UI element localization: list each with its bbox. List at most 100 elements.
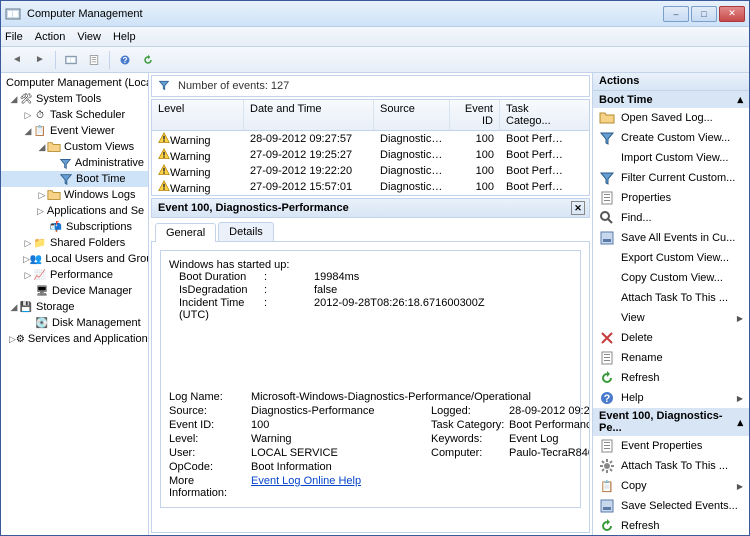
action-attach-task[interactable]: Attach Task To This ... bbox=[593, 288, 749, 308]
action-create-custom-view[interactable]: Create Custom View... bbox=[593, 128, 749, 148]
col-taskcat[interactable]: Task Catego... bbox=[500, 100, 570, 130]
events-table[interactable]: Level Date and Time Source Event ID Task… bbox=[151, 99, 590, 196]
refresh-icon bbox=[599, 518, 615, 534]
table-header[interactable]: Level Date and Time Source Event ID Task… bbox=[152, 100, 589, 131]
filter-icon bbox=[158, 79, 170, 94]
table-row[interactable]: Warning28-09-2012 09:27:57Diagnostics...… bbox=[152, 131, 589, 147]
close-pane-button[interactable]: ✕ bbox=[571, 201, 585, 215]
menu-help[interactable]: Help bbox=[113, 31, 136, 43]
tree-administrative[interactable]: Administrative bbox=[1, 155, 148, 171]
expand-icon[interactable]: ▷ bbox=[37, 190, 47, 201]
tree-storage[interactable]: ◢💾Storage bbox=[1, 299, 148, 315]
collapse-icon[interactable]: ◢ bbox=[9, 302, 19, 313]
table-row[interactable]: Warning27-09-2012 19:25:27Diagnostics...… bbox=[152, 147, 589, 163]
tree-shared-folders[interactable]: ▷📁Shared Folders bbox=[1, 235, 148, 251]
col-level[interactable]: Level bbox=[152, 100, 244, 130]
expand-icon[interactable]: ▷ bbox=[23, 254, 30, 265]
back-button[interactable]: ◄ bbox=[7, 50, 27, 70]
forward-button[interactable]: ► bbox=[30, 50, 50, 70]
collapse-icon[interactable]: ▴ bbox=[737, 416, 743, 429]
tree-boot-time[interactable]: Boot Time bbox=[1, 171, 148, 187]
toolbar: ◄ ► bbox=[1, 47, 749, 73]
menu-action[interactable]: Action bbox=[35, 31, 66, 43]
tab-general[interactable]: General bbox=[155, 223, 216, 242]
action-find[interactable]: Find... bbox=[593, 208, 749, 228]
help-button[interactable] bbox=[115, 50, 135, 70]
tree-custom-views[interactable]: ◢Custom Views bbox=[1, 139, 148, 155]
tree-event-viewer[interactable]: ◢📋Event Viewer bbox=[1, 123, 148, 139]
tree-applications-services[interactable]: ▷Applications and Se bbox=[1, 203, 148, 219]
action-open-saved-log[interactable]: Open Saved Log... bbox=[593, 108, 749, 128]
copy-icon: 📋 bbox=[599, 478, 615, 494]
action-copy[interactable]: 📋Copy▶ bbox=[593, 476, 749, 496]
table-row[interactable]: Warning27-09-2012 15:57:01Diagnostics...… bbox=[152, 179, 589, 195]
action-refresh[interactable]: Refresh bbox=[593, 368, 749, 388]
table-row[interactable]: Warning27-09-2012 19:22:20Diagnostics...… bbox=[152, 163, 589, 179]
actions-section-event[interactable]: Event 100, Diagnostics-Pe...▴ bbox=[593, 408, 749, 436]
action-attach-task-event[interactable]: Attach Task To This ... bbox=[593, 456, 749, 476]
action-view[interactable]: View▶ bbox=[593, 308, 749, 328]
maximize-button[interactable]: □ bbox=[691, 6, 717, 22]
folder-icon bbox=[599, 110, 615, 126]
expand-icon[interactable]: ▷ bbox=[23, 270, 33, 281]
action-save-selected-events[interactable]: Save Selected Events... bbox=[593, 496, 749, 516]
tree-local-users[interactable]: ▷👥Local Users and Group bbox=[1, 251, 148, 267]
action-rename[interactable]: Rename bbox=[593, 348, 749, 368]
action-refresh-event[interactable]: Refresh bbox=[593, 516, 749, 535]
show-hide-tree-button[interactable] bbox=[61, 50, 81, 70]
expand-icon[interactable]: ▷ bbox=[23, 110, 33, 121]
action-delete[interactable]: Delete bbox=[593, 328, 749, 348]
expand-icon[interactable]: ▷ bbox=[9, 334, 16, 345]
filter-icon bbox=[599, 130, 615, 146]
properties-button[interactable] bbox=[84, 50, 104, 70]
col-date[interactable]: Date and Time bbox=[244, 100, 374, 130]
event-log-online-help-link[interactable]: Event Log Online Help bbox=[251, 475, 590, 499]
actions-section-boottime[interactable]: Boot Time▴ bbox=[593, 91, 749, 108]
actions-title: Actions bbox=[593, 73, 749, 91]
folder-icon bbox=[47, 140, 61, 154]
tree-subscriptions[interactable]: 📬Subscriptions bbox=[1, 219, 148, 235]
expand-icon[interactable]: ▷ bbox=[37, 206, 44, 217]
event-count-bar: Number of events: 127 bbox=[151, 75, 590, 97]
action-filter-current[interactable]: Filter Current Custom... bbox=[593, 168, 749, 188]
action-export-custom-view[interactable]: Export Custom View... bbox=[593, 248, 749, 268]
refresh-button[interactable] bbox=[138, 50, 158, 70]
tree-services-applications[interactable]: ▷⚙Services and Applications bbox=[1, 331, 148, 347]
menu-view[interactable]: View bbox=[77, 31, 101, 43]
menubar: File Action View Help bbox=[1, 27, 749, 47]
console-tree[interactable]: Computer Management (Local) ◢🛠System Too… bbox=[1, 73, 149, 535]
collapse-icon[interactable]: ◢ bbox=[9, 94, 19, 105]
tree-root[interactable]: Computer Management (Local) bbox=[1, 75, 148, 91]
submenu-arrow-icon: ▶ bbox=[737, 394, 743, 403]
action-help[interactable]: Help▶ bbox=[593, 388, 749, 408]
tree-system-tools[interactable]: ◢🛠System Tools bbox=[1, 91, 148, 107]
collapse-icon[interactable]: ◢ bbox=[23, 126, 33, 137]
titlebar: Computer Management – □ ✕ bbox=[1, 1, 749, 27]
users-icon: 👥 bbox=[30, 252, 42, 266]
tree-windows-logs[interactable]: ▷Windows Logs bbox=[1, 187, 148, 203]
minimize-button[interactable]: – bbox=[663, 6, 689, 22]
col-eventid[interactable]: Event ID bbox=[450, 100, 500, 130]
filter-icon bbox=[599, 170, 615, 186]
tab-details[interactable]: Details bbox=[218, 222, 274, 241]
action-copy-custom-view[interactable]: Copy Custom View... bbox=[593, 268, 749, 288]
filter-icon bbox=[59, 172, 73, 186]
close-button[interactable]: ✕ bbox=[719, 6, 745, 22]
action-properties[interactable]: Properties bbox=[593, 188, 749, 208]
action-event-properties[interactable]: Event Properties bbox=[593, 436, 749, 456]
event-pane-title: Event 100, Diagnostics-Performance ✕ bbox=[151, 198, 590, 218]
collapse-icon[interactable]: ▴ bbox=[737, 93, 743, 106]
tree-task-scheduler[interactable]: ▷⏱Task Scheduler bbox=[1, 107, 148, 123]
action-import-custom-view[interactable]: Import Custom View... bbox=[593, 148, 749, 168]
collapse-icon[interactable]: ◢ bbox=[37, 142, 47, 153]
rename-icon bbox=[599, 350, 615, 366]
col-source[interactable]: Source bbox=[374, 100, 450, 130]
tree-disk-management[interactable]: 💽Disk Management bbox=[1, 315, 148, 331]
tree-device-manager[interactable]: 🖥Device Manager bbox=[1, 283, 148, 299]
device-icon: 🖥 bbox=[35, 284, 49, 298]
tree-performance[interactable]: ▷📈Performance bbox=[1, 267, 148, 283]
expand-icon[interactable]: ▷ bbox=[23, 238, 33, 249]
action-save-all-events[interactable]: Save All Events in Cu... bbox=[593, 228, 749, 248]
app-icon bbox=[5, 6, 21, 22]
menu-file[interactable]: File bbox=[5, 31, 23, 43]
